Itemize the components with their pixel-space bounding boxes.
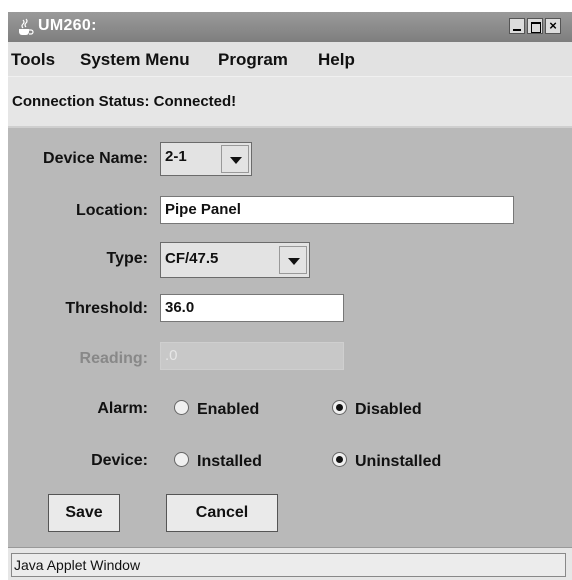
radio-selected-icon [332, 400, 347, 415]
reading-input [165, 347, 329, 364]
applet-window: UM260: × Tools System Menu Program Help … [8, 12, 572, 580]
save-button[interactable]: Save [48, 494, 120, 532]
radio-selected-icon [332, 452, 347, 467]
device-form-panel: Device Name: 2-1 Location: Type: CF/47.5… [8, 126, 572, 549]
radio-unselected-icon [174, 452, 189, 467]
menu-help[interactable]: Help [318, 50, 355, 70]
location-field[interactable] [160, 196, 514, 224]
device-name-value: 2-1 [165, 148, 187, 165]
menu-bar: Tools System Menu Program Help [8, 42, 572, 76]
connection-status-bar: Connection Status: Connected! [8, 76, 572, 127]
title-bar[interactable]: UM260: × [8, 12, 572, 42]
connection-status: Connection Status: Connected! [12, 93, 237, 110]
device-name-label: Device Name: [43, 150, 148, 167]
threshold-field[interactable] [160, 294, 344, 322]
close-icon[interactable]: × [545, 18, 561, 34]
radio-unselected-icon [174, 400, 189, 415]
threshold-label: Threshold: [65, 300, 148, 317]
alarm-label: Alarm: [97, 400, 148, 417]
applet-warning-text: Java Applet Window [14, 557, 141, 573]
location-input[interactable] [165, 201, 482, 218]
applet-warning-box: Java Applet Window [11, 553, 566, 577]
chevron-down-icon[interactable] [279, 246, 307, 274]
type-dropdown[interactable]: CF/47.5 [160, 242, 310, 278]
device-uninstalled-label: Uninstalled [355, 453, 442, 470]
device-installed-radio[interactable]: Installed [174, 452, 262, 471]
location-label: Location: [76, 202, 148, 219]
menu-tools[interactable]: Tools [11, 50, 55, 70]
device-uninstalled-radio[interactable]: Uninstalled [332, 452, 441, 471]
alarm-disabled-radio[interactable]: Disabled [332, 400, 422, 419]
window-title: UM260: [38, 17, 97, 34]
minimize-icon[interactable] [509, 18, 525, 34]
cancel-button[interactable]: Cancel [166, 494, 278, 532]
chevron-down-icon[interactable] [221, 145, 249, 173]
alarm-enabled-radio[interactable]: Enabled [174, 400, 259, 419]
menu-program[interactable]: Program [218, 50, 288, 70]
device-installed-label: Installed [197, 453, 262, 470]
device-label: Device: [91, 452, 148, 469]
applet-footer: Java Applet Window [8, 547, 572, 580]
device-name-dropdown[interactable]: 2-1 [160, 142, 252, 176]
type-label: Type: [106, 250, 148, 267]
reading-label: Reading: [79, 350, 148, 367]
maximize-icon[interactable] [527, 18, 543, 34]
threshold-input[interactable] [165, 299, 329, 316]
java-cup-icon [19, 18, 34, 35]
menu-system-menu[interactable]: System Menu [80, 50, 190, 70]
alarm-disabled-label: Disabled [355, 401, 422, 418]
type-value: CF/47.5 [165, 250, 219, 267]
reading-field [160, 342, 344, 370]
alarm-enabled-label: Enabled [197, 401, 260, 418]
